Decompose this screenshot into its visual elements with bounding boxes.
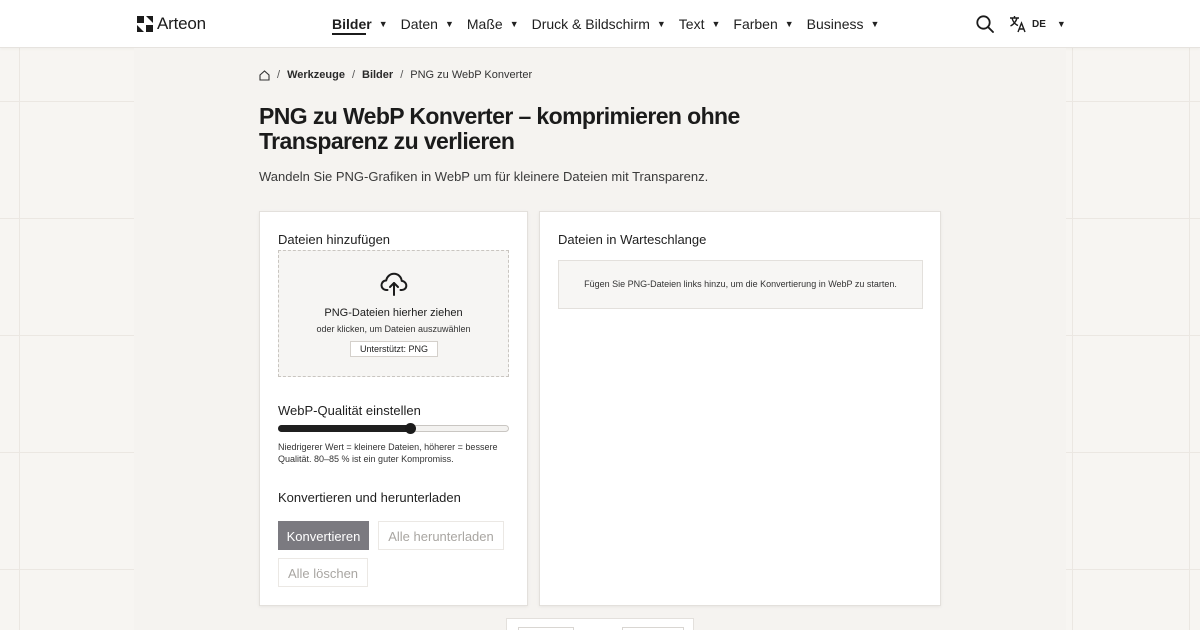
queue-section-title: Dateien in Warteschlange [558, 232, 707, 247]
language-label: DE [1032, 18, 1046, 30]
quality-hint: Niedrigerer Wert = kleinere Dateien, höh… [278, 442, 498, 464]
breadcrumb-item-bilder[interactable]: Bilder [362, 69, 393, 81]
nav-item-label: Maße [466, 16, 503, 32]
quality-slider[interactable] [278, 423, 509, 434]
queue-card: Dateien in Warteschlange Fügen Sie PNG-D… [539, 211, 941, 606]
breadcrumb-separator: / [351, 69, 355, 81]
nav-item-label: Bilder [332, 16, 372, 32]
queue-empty-state: Fügen Sie PNG-Dateien links hinzu, um di… [558, 260, 923, 309]
caret-down-icon: ▼ [509, 19, 519, 29]
bottom-panel [506, 618, 694, 630]
convert-button[interactable]: Konvertieren [278, 521, 369, 550]
dropzone-subtitle: oder klicken, um Dateien auszuwählen [316, 324, 471, 334]
site-header: Arteon Bilder ▼ Daten ▼ Maße ▼ Druck & B… [0, 0, 1200, 48]
nav-item-label: Farben [733, 16, 778, 32]
nav-item-druck-bildschirm[interactable]: Druck & Bildschirm ▼ [532, 0, 666, 48]
quality-section-title: WebP-Qualität einstellen [278, 403, 421, 418]
dropzone-title: PNG-Dateien hierher ziehen [324, 307, 463, 319]
breadcrumb-separator: / [400, 69, 404, 81]
logo[interactable]: Arteon [137, 14, 206, 34]
file-dropzone[interactable]: PNG-Dateien hierher ziehen oder klicken,… [278, 250, 509, 377]
logo-text: Arteon [157, 14, 206, 33]
search-button[interactable] [975, 14, 995, 34]
nav-item-bilder[interactable]: Bilder ▼ [332, 0, 388, 48]
language-switcher[interactable]: DE ▼ [1009, 15, 1066, 33]
caret-down-icon: ▼ [784, 19, 794, 29]
nav-item-label: Business [806, 16, 864, 32]
convert-section-title: Konvertieren und herunterladen [278, 490, 461, 505]
page-subtitle: Wandeln Sie PNG-Grafiken in WebP um für … [259, 169, 709, 184]
page-title: PNG zu WebP Konverter – komprimieren ohn… [259, 103, 740, 154]
breadcrumb: / Werkzeuge / Bilder / PNG zu WebP Konve… [259, 69, 532, 81]
cloud-upload-icon [380, 272, 408, 296]
nav-item-farben[interactable]: Farben ▼ [733, 0, 793, 48]
slider-fill [278, 425, 410, 432]
nav-item-text[interactable]: Text ▼ [679, 0, 721, 48]
translate-icon [1010, 16, 1026, 33]
breadcrumb-item-current: PNG zu WebP Konverter [410, 69, 533, 81]
nav-item-label: Daten [400, 16, 438, 32]
caret-down-icon: ▼ [711, 19, 721, 29]
home-icon[interactable] [259, 69, 270, 81]
nav-item-daten[interactable]: Daten ▼ [401, 0, 454, 48]
search-icon [976, 15, 994, 33]
caret-down-icon: ▼ [378, 19, 388, 29]
supported-format-badge: Unterstützt: PNG [350, 341, 438, 357]
logo-icon [137, 16, 153, 32]
upload-card: Dateien hinzufügen PNG-Dateien hierher z… [259, 211, 528, 606]
nav-item-label: Druck & Bildschirm [531, 16, 650, 32]
clear-all-button[interactable]: Alle löschen [278, 558, 368, 587]
main-nav: Bilder ▼ Daten ▼ Maße ▼ Druck & Bildschi… [332, 0, 892, 48]
slider-thumb[interactable] [405, 423, 416, 434]
caret-down-icon: ▼ [656, 19, 666, 29]
download-all-button[interactable]: Alle herunterladen [378, 521, 504, 550]
caret-down-icon: ▼ [870, 19, 880, 29]
nav-item-business[interactable]: Business ▼ [807, 0, 880, 48]
caret-down-icon: ▼ [1056, 19, 1066, 29]
breadcrumb-separator: / [277, 69, 281, 81]
breadcrumb-item-werkzeuge[interactable]: Werkzeuge [287, 69, 345, 81]
nav-item-masse[interactable]: Maße ▼ [467, 0, 519, 48]
nav-item-label: Text [678, 16, 705, 32]
caret-down-icon: ▼ [444, 19, 454, 29]
upload-section-title: Dateien hinzufügen [278, 232, 391, 247]
